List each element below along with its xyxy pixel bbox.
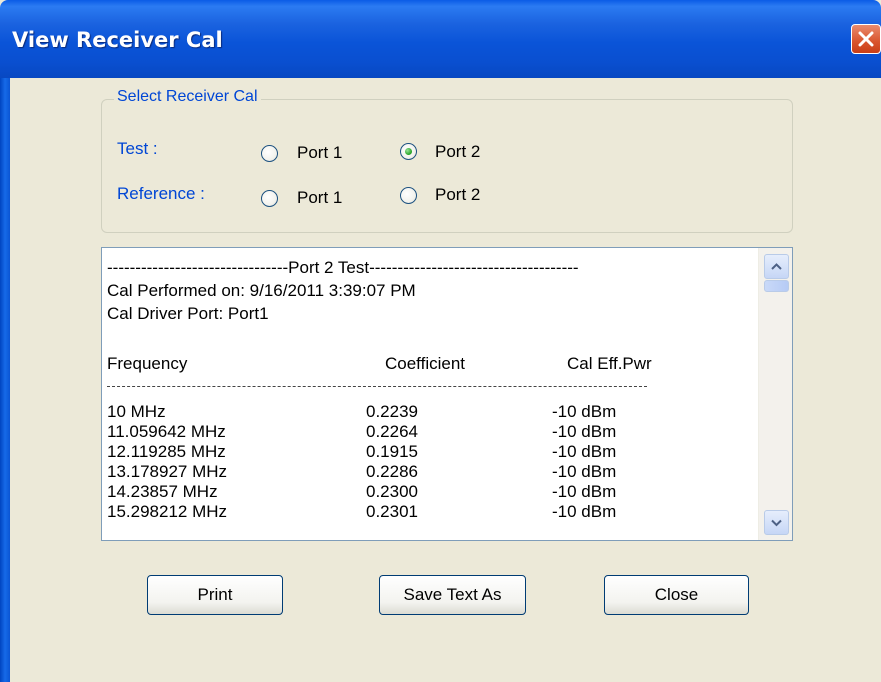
test-label: Test :: [117, 139, 158, 158]
row-frequency: 12.119285 MHz: [107, 442, 226, 461]
scroll-up-button[interactable]: [764, 254, 789, 279]
report-driver-port: Cal Driver Port: Port1: [107, 304, 269, 323]
chevron-down-icon: [771, 519, 782, 527]
row-frequency: 14.23857 MHz: [107, 482, 218, 501]
reference-port2-radio[interactable]: [400, 187, 417, 204]
groupbox-legend: Select Receiver Cal: [114, 88, 261, 106]
close-button[interactable]: Close: [604, 575, 749, 615]
window-frame-left: [0, 78, 10, 682]
row-cal-eff-pwr: -10 dBm: [552, 402, 617, 421]
test-port1-label[interactable]: Port 1: [297, 143, 342, 163]
report-performed: Cal Performed on: 9/16/2011 3:39:07 PM: [107, 281, 416, 300]
test-port2-label[interactable]: Port 2: [435, 142, 480, 162]
scroll-thumb[interactable]: [764, 280, 789, 292]
save-text-as-button[interactable]: Save Text As: [379, 575, 526, 615]
row-cal-eff-pwr: -10 dBm: [552, 502, 617, 521]
cal-report-textarea[interactable]: --------------------------------Port 2 T…: [101, 247, 793, 541]
window-title: View Receiver Cal: [12, 28, 223, 52]
close-window-button[interactable]: [851, 24, 881, 54]
report-header-line: --------------------------------Port 2 T…: [107, 258, 579, 277]
chevron-up-icon: [771, 263, 782, 270]
row-coefficient: 0.2300: [366, 482, 418, 501]
reference-port1-radio[interactable]: [261, 190, 278, 207]
reference-port1-label[interactable]: Port 1: [297, 188, 342, 208]
row-cal-eff-pwr: -10 dBm: [552, 462, 617, 481]
row-frequency: 15.298212 MHz: [107, 502, 228, 521]
row-frequency: 10 MHz: [107, 402, 166, 421]
print-button[interactable]: Print: [147, 575, 283, 615]
row-coefficient: 0.2301: [366, 502, 418, 521]
test-port2-radio[interactable]: [400, 143, 417, 160]
row-coefficient: 0.2264: [366, 422, 418, 441]
column-header-cal-eff-pwr: Cal Eff.Pwr: [567, 354, 652, 373]
receiver-cal-groupbox: [101, 99, 793, 233]
row-cal-eff-pwr: -10 dBm: [552, 482, 617, 501]
row-coefficient: 0.1915: [366, 442, 418, 461]
column-header-frequency: Frequency: [107, 354, 188, 373]
close-icon: [858, 31, 874, 47]
test-port1-radio[interactable]: [261, 145, 278, 162]
row-coefficient: 0.2239: [366, 402, 418, 421]
column-header-coefficient: Coefficient: [385, 354, 466, 373]
report-separator: [107, 386, 647, 387]
row-cal-eff-pwr: -10 dBm: [552, 442, 617, 461]
scroll-down-button[interactable]: [764, 510, 789, 535]
vertical-scrollbar[interactable]: [758, 248, 792, 540]
row-frequency: 13.178927 MHz: [107, 462, 228, 481]
title-bar[interactable]: View Receiver Cal: [0, 0, 881, 78]
row-frequency: 11.059642 MHz: [107, 422, 226, 441]
reference-port2-label[interactable]: Port 2: [435, 185, 480, 205]
reference-label: Reference :: [117, 184, 205, 203]
row-coefficient: 0.2286: [366, 462, 418, 481]
row-cal-eff-pwr: -10 dBm: [552, 422, 617, 441]
